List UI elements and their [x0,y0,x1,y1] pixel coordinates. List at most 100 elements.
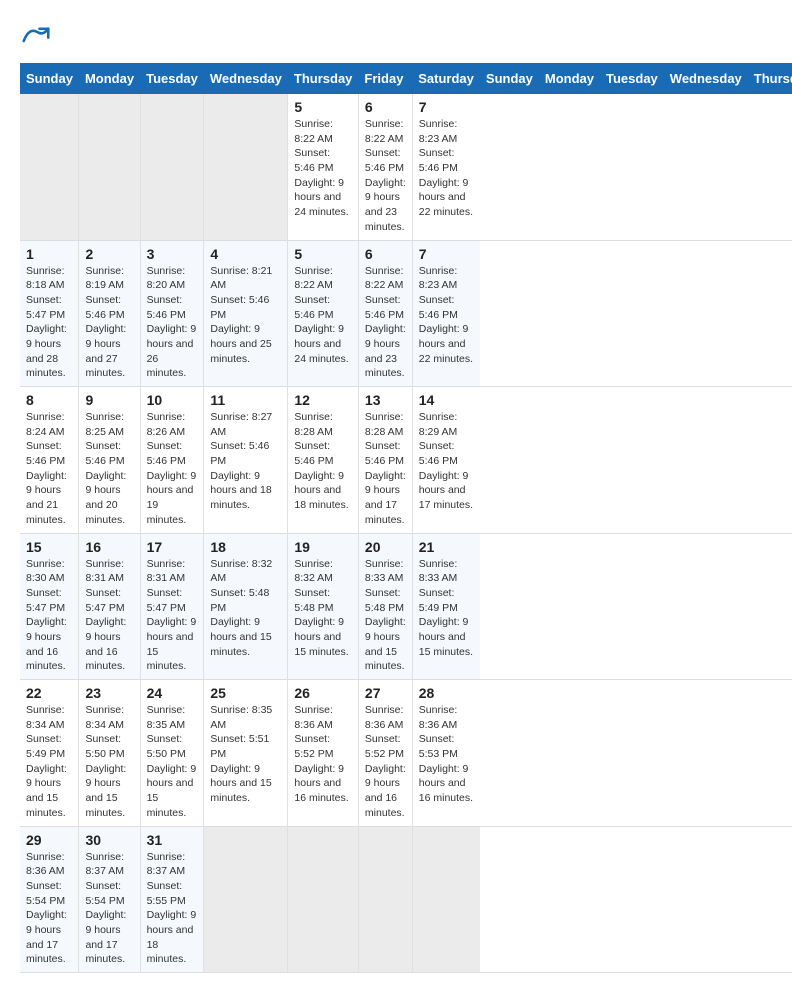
logo [20,20,50,53]
day-cell: 12 Sunrise: 8:28 AMSunset: 5:46 PMDayligh… [288,387,359,534]
day-info: Sunrise: 8:22 AMSunset: 5:46 PMDaylight:… [294,117,352,220]
day-info: Sunrise: 8:34 AMSunset: 5:50 PMDaylight:… [85,703,133,821]
week-row-4: 15Sunrise: 8:30 AMSunset: 5:47 PMDayligh… [20,533,792,680]
day-number: 27 [365,685,406,701]
col-header-wednesday: Wednesday [204,63,288,94]
day-number: 28 [419,685,474,701]
day-cell: 18 Sunrise: 8:32 AMSunset: 5:48 PMDayligh… [204,533,288,680]
day-number: 11 [210,392,281,408]
day-cell: 3Sunrise: 8:20 AMSunset: 5:46 PMDaylight… [140,240,204,387]
day-cell: 28 Sunrise: 8:36 AMSunset: 5:53 PMDayligh… [412,680,480,827]
day-cell: 27 Sunrise: 8:36 AMSunset: 5:52 PMDayligh… [358,680,412,827]
day-cell: 2Sunrise: 8:19 AMSunset: 5:46 PMDaylight… [79,240,140,387]
day-cell: 23 Sunrise: 8:34 AMSunset: 5:50 PMDayligh… [79,680,140,827]
day-info: Sunrise: 8:37 AMSunset: 5:55 PMDaylight:… [147,850,198,968]
week-row-1: 5Sunrise: 8:22 AMSunset: 5:46 PMDaylight… [20,94,792,240]
col-header-thursday: Thursday [748,63,792,94]
col-header-thursday: Thursday [288,63,359,94]
day-info: Sunrise: 8:30 AMSunset: 5:47 PMDaylight:… [26,557,72,675]
week-row-5: 22 Sunrise: 8:34 AMSunset: 5:49 PMDayligh… [20,680,792,827]
col-header-monday: Monday [539,63,600,94]
day-cell: 5Sunrise: 8:22 AMSunset: 5:46 PMDaylight… [288,240,359,387]
day-info: Sunrise: 8:18 AMSunset: 5:47 PMDaylight:… [26,264,72,382]
day-number: 4 [210,246,281,262]
day-cell: 25Sunrise: 8:35 AMSunset: 5:51 PMDayligh… [204,680,288,827]
day-number: 26 [294,685,352,701]
week-row-2: 1 Sunrise: 8:18 AMSunset: 5:47 PMDaylight… [20,240,792,387]
day-info: Sunrise: 8:33 AMSunset: 5:49 PMDaylight:… [419,557,474,660]
day-cell: 14Sunrise: 8:29 AMSunset: 5:46 PMDayligh… [412,387,480,534]
day-cell: 10Sunrise: 8:26 AMSunset: 5:46 PMDayligh… [140,387,204,534]
day-cell: 21 Sunrise: 8:33 AMSunset: 5:49 PMDayligh… [412,533,480,680]
day-info: Sunrise: 8:29 AMSunset: 5:46 PMDaylight:… [419,410,474,513]
day-info: Sunrise: 8:22 AMSunset: 5:46 PMDaylight:… [365,117,406,235]
day-info: Sunrise: 8:36 AMSunset: 5:52 PMDaylight:… [294,703,352,806]
day-number: 18 [210,539,281,555]
day-cell [412,826,480,973]
day-info: Sunrise: 8:37 AMSunset: 5:54 PMDaylight:… [85,850,133,968]
day-cell: 15Sunrise: 8:30 AMSunset: 5:47 PMDayligh… [20,533,79,680]
day-info: Sunrise: 8:21 AMSunset: 5:46 PMDaylight:… [210,264,281,367]
day-cell: 29Sunrise: 8:36 AMSunset: 5:54 PMDayligh… [20,826,79,973]
day-cell: 20Sunrise: 8:33 AMSunset: 5:48 PMDayligh… [358,533,412,680]
day-cell: 4 Sunrise: 8:21 AMSunset: 5:46 PMDaylight… [204,240,288,387]
day-cell [204,826,288,973]
day-cell: 31Sunrise: 8:37 AMSunset: 5:55 PMDayligh… [140,826,204,973]
day-number: 23 [85,685,133,701]
day-number: 30 [85,832,133,848]
day-cell: 9Sunrise: 8:25 AMSunset: 5:46 PMDaylight… [79,387,140,534]
day-info: Sunrise: 8:35 AMSunset: 5:50 PMDaylight:… [147,703,198,821]
day-info: Sunrise: 8:23 AMSunset: 5:46 PMDaylight:… [419,264,474,367]
day-cell [204,94,288,240]
day-number: 1 [26,246,72,262]
day-cell: 26 Sunrise: 8:36 AMSunset: 5:52 PMDayligh… [288,680,359,827]
day-info: Sunrise: 8:31 AMSunset: 5:47 PMDaylight:… [147,557,198,675]
day-cell: 16Sunrise: 8:31 AMSunset: 5:47 PMDayligh… [79,533,140,680]
day-cell [288,826,359,973]
day-info: Sunrise: 8:22 AMSunset: 5:46 PMDaylight:… [365,264,406,382]
day-info: Sunrise: 8:36 AMSunset: 5:53 PMDaylight:… [419,703,474,806]
day-info: Sunrise: 8:32 AMSunset: 5:48 PMDaylight:… [294,557,352,660]
day-info: Sunrise: 8:32 AMSunset: 5:48 PMDaylight:… [210,557,281,660]
day-number: 3 [147,246,198,262]
day-number: 10 [147,392,198,408]
day-number: 7 [419,246,474,262]
day-cell: 8Sunrise: 8:24 AMSunset: 5:46 PMDaylight… [20,387,79,534]
col-header-wednesday: Wednesday [664,63,748,94]
col-header-monday: Monday [79,63,140,94]
day-info: Sunrise: 8:23 AMSunset: 5:46 PMDaylight:… [419,117,474,220]
day-number: 21 [419,539,474,555]
day-cell: 7 Sunrise: 8:23 AMSunset: 5:46 PMDaylight… [412,94,480,240]
col-header-tuesday: Tuesday [600,63,664,94]
day-cell: 19Sunrise: 8:32 AMSunset: 5:48 PMDayligh… [288,533,359,680]
day-cell [358,826,412,973]
day-info: Sunrise: 8:34 AMSunset: 5:49 PMDaylight:… [26,703,72,821]
day-number: 16 [85,539,133,555]
day-cell: 5Sunrise: 8:22 AMSunset: 5:46 PMDaylight… [288,94,359,240]
col-header-tuesday: Tuesday [140,63,204,94]
day-cell: 11Sunrise: 8:27 AMSunset: 5:46 PMDayligh… [204,387,288,534]
day-info: Sunrise: 8:25 AMSunset: 5:46 PMDaylight:… [85,410,133,528]
day-cell: 17 Sunrise: 8:31 AMSunset: 5:47 PMDayligh… [140,533,204,680]
day-number: 2 [85,246,133,262]
col-header-sunday: Sunday [480,63,539,94]
day-cell: 7 Sunrise: 8:23 AMSunset: 5:46 PMDaylight… [412,240,480,387]
day-info: Sunrise: 8:28 AMSunset: 5:46 PMDaylight:… [365,410,406,528]
day-cell: 6 Sunrise: 8:22 AMSunset: 5:46 PMDaylight… [358,94,412,240]
day-info: Sunrise: 8:22 AMSunset: 5:46 PMDaylight:… [294,264,352,367]
header-row: SundayMondayTuesdayWednesdayThursdayFrid… [20,63,792,94]
day-number: 17 [147,539,198,555]
col-header-friday: Friday [358,63,412,94]
week-row-6: 29Sunrise: 8:36 AMSunset: 5:54 PMDayligh… [20,826,792,973]
day-number: 7 [419,99,474,115]
day-number: 13 [365,392,406,408]
day-number: 12 [294,392,352,408]
day-cell [140,94,204,240]
day-number: 20 [365,539,406,555]
day-number: 22 [26,685,72,701]
day-number: 29 [26,832,72,848]
col-header-saturday: Saturday [412,63,480,94]
day-info: Sunrise: 8:28 AMSunset: 5:46 PMDaylight:… [294,410,352,513]
day-info: Sunrise: 8:36 AMSunset: 5:52 PMDaylight:… [365,703,406,821]
day-number: 6 [365,99,406,115]
